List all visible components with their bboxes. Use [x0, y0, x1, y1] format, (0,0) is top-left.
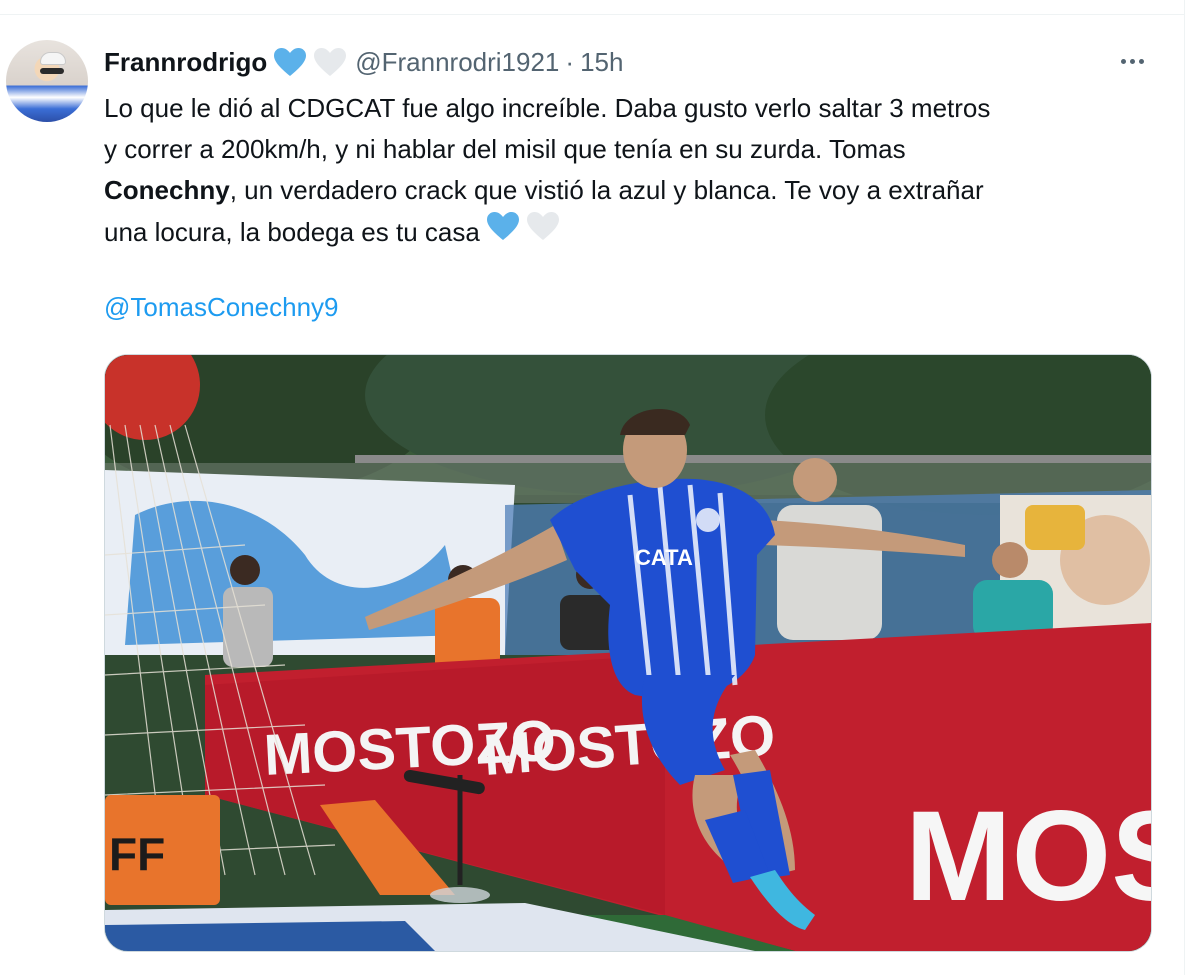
right-divider [1184, 0, 1185, 975]
shirt-text: CATA [635, 545, 693, 570]
tweet-text: Lo que le dió al CDGCAT fue algo increíb… [104, 88, 1164, 253]
white-heart-icon [313, 47, 347, 77]
bold-name: Conechny [104, 175, 230, 205]
user-handle[interactable]: @Frannrodri1921 [355, 47, 559, 78]
board-text: FF [109, 828, 165, 880]
dot-icon [1138, 58, 1144, 64]
tweet-header: Frannrodrigo @Frannrodri1921 · 15h [104, 44, 623, 80]
display-name[interactable]: Frannrodrigo [104, 47, 267, 78]
timestamp[interactable]: 15h [580, 47, 623, 78]
blue-heart-icon [486, 211, 520, 253]
dot-icon [1129, 58, 1135, 64]
bold-comma: , [229, 175, 237, 205]
sponsor-text-right: MOSTOZO [905, 785, 1151, 928]
separator-dot: · [565, 46, 575, 77]
blue-heart-icon [273, 47, 307, 77]
dot-icon [1120, 58, 1126, 64]
tweet-photo[interactable]: MOSTOZO MOSTOZO MOSTOZO FF [104, 354, 1152, 952]
tweet-text-line: y correr a 200km/h, y ni hablar del misi… [104, 134, 906, 164]
avatar-cap [40, 52, 66, 65]
mention-link[interactable]: @TomasConechny9 [104, 290, 339, 324]
tweet-text-line: Conechny, un verdadero crack que vistió … [104, 170, 1164, 211]
avatar[interactable] [6, 40, 88, 122]
tweet-text-line: Lo que le dió al CDGCAT fue algo increíb… [104, 93, 991, 123]
more-options-icon[interactable] [1112, 48, 1152, 74]
top-divider [0, 14, 1185, 15]
tweet-text-line: una locura, la bodega es tu casa [104, 211, 1164, 253]
white-heart-icon [526, 211, 560, 253]
avatar-glasses [40, 68, 64, 74]
